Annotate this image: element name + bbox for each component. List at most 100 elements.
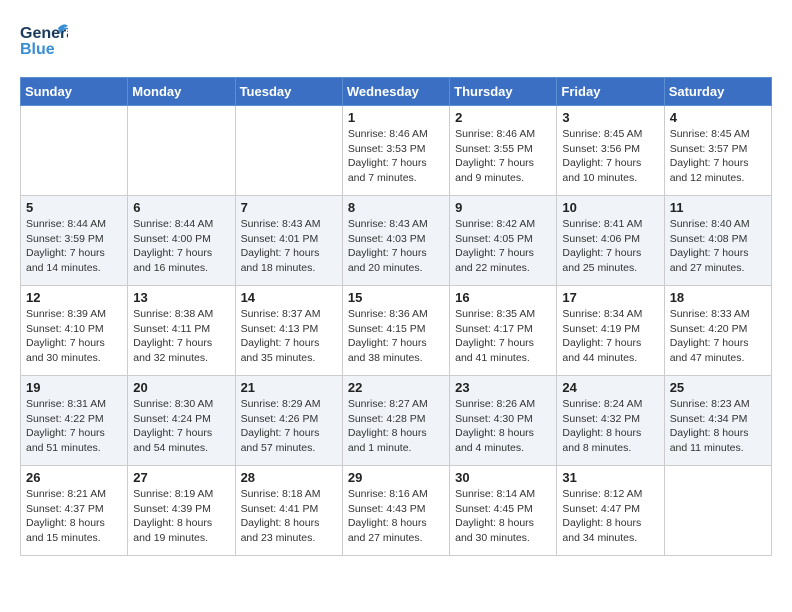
calendar-cell: 10 Sunrise: 8:41 AM Sunset: 4:06 PM Dayli… xyxy=(557,196,664,286)
calendar-cell: 15 Sunrise: 8:36 AM Sunset: 4:15 PM Dayli… xyxy=(342,286,449,376)
calendar-cell: 21 Sunrise: 8:29 AM Sunset: 4:26 PM Dayli… xyxy=(235,376,342,466)
calendar-cell: 14 Sunrise: 8:37 AM Sunset: 4:13 PM Dayli… xyxy=(235,286,342,376)
logo-icon: General Blue xyxy=(20,20,68,67)
day-info: Sunrise: 8:37 AM Sunset: 4:13 PM Dayligh… xyxy=(241,307,337,366)
calendar-cell: 7 Sunrise: 8:43 AM Sunset: 4:01 PM Daylig… xyxy=(235,196,342,286)
day-number: 22 xyxy=(348,380,444,395)
day-number: 16 xyxy=(455,290,551,305)
col-header-monday: Monday xyxy=(128,78,235,106)
day-number: 13 xyxy=(133,290,229,305)
day-number: 19 xyxy=(26,380,122,395)
calendar-cell xyxy=(128,106,235,196)
day-info: Sunrise: 8:19 AM Sunset: 4:39 PM Dayligh… xyxy=(133,487,229,546)
col-header-thursday: Thursday xyxy=(450,78,557,106)
day-number: 6 xyxy=(133,200,229,215)
day-info: Sunrise: 8:44 AM Sunset: 3:59 PM Dayligh… xyxy=(26,217,122,276)
calendar-cell: 29 Sunrise: 8:16 AM Sunset: 4:43 PM Dayli… xyxy=(342,466,449,556)
day-number: 21 xyxy=(241,380,337,395)
day-number: 23 xyxy=(455,380,551,395)
day-number: 4 xyxy=(670,110,766,125)
day-number: 5 xyxy=(26,200,122,215)
day-info: Sunrise: 8:43 AM Sunset: 4:01 PM Dayligh… xyxy=(241,217,337,276)
day-info: Sunrise: 8:40 AM Sunset: 4:08 PM Dayligh… xyxy=(670,217,766,276)
day-info: Sunrise: 8:23 AM Sunset: 4:34 PM Dayligh… xyxy=(670,397,766,456)
day-number: 1 xyxy=(348,110,444,125)
calendar-cell: 3Sunrise: 8:45 AM Sunset: 3:56 PM Daylig… xyxy=(557,106,664,196)
calendar-cell: 4 Sunrise: 8:45 AM Sunset: 3:57 PM Daylig… xyxy=(664,106,771,196)
svg-text:Blue: Blue xyxy=(20,41,55,58)
day-info: Sunrise: 8:18 AM Sunset: 4:41 PM Dayligh… xyxy=(241,487,337,546)
day-number: 27 xyxy=(133,470,229,485)
calendar-week-5: 26Sunrise: 8:21 AM Sunset: 4:37 PM Dayli… xyxy=(21,466,772,556)
day-number: 10 xyxy=(562,200,658,215)
day-info: Sunrise: 8:43 AM Sunset: 4:03 PM Dayligh… xyxy=(348,217,444,276)
day-info: Sunrise: 8:38 AM Sunset: 4:11 PM Dayligh… xyxy=(133,307,229,366)
day-info: Sunrise: 8:42 AM Sunset: 4:05 PM Dayligh… xyxy=(455,217,551,276)
day-info: Sunrise: 8:16 AM Sunset: 4:43 PM Dayligh… xyxy=(348,487,444,546)
day-info: Sunrise: 8:31 AM Sunset: 4:22 PM Dayligh… xyxy=(26,397,122,456)
calendar-cell: 2 Sunrise: 8:46 AM Sunset: 3:55 PM Daylig… xyxy=(450,106,557,196)
calendar-cell: 13 Sunrise: 8:38 AM Sunset: 4:11 PM Dayli… xyxy=(128,286,235,376)
day-info: Sunrise: 8:33 AM Sunset: 4:20 PM Dayligh… xyxy=(670,307,766,366)
day-number: 25 xyxy=(670,380,766,395)
day-info: Sunrise: 8:29 AM Sunset: 4:26 PM Dayligh… xyxy=(241,397,337,456)
calendar-cell: 24 Sunrise: 8:24 AM Sunset: 4:32 PM Dayli… xyxy=(557,376,664,466)
calendar-cell: 11Sunrise: 8:40 AM Sunset: 4:08 PM Dayli… xyxy=(664,196,771,286)
calendar-cell: 18 Sunrise: 8:33 AM Sunset: 4:20 PM Dayli… xyxy=(664,286,771,376)
day-info: Sunrise: 8:24 AM Sunset: 4:32 PM Dayligh… xyxy=(562,397,658,456)
day-info: Sunrise: 8:46 AM Sunset: 3:55 PM Dayligh… xyxy=(455,127,551,186)
calendar-cell: 19 Sunrise: 8:31 AM Sunset: 4:22 PM Dayli… xyxy=(21,376,128,466)
calendar-cell: 22 Sunrise: 8:27 AM Sunset: 4:28 PM Dayli… xyxy=(342,376,449,466)
calendar-cell: 8 Sunrise: 8:43 AM Sunset: 4:03 PM Daylig… xyxy=(342,196,449,286)
page-header: General Blue xyxy=(20,20,772,67)
day-number: 8 xyxy=(348,200,444,215)
logo: General Blue xyxy=(20,20,68,67)
calendar-week-2: 5 Sunrise: 8:44 AM Sunset: 3:59 PM Daylig… xyxy=(21,196,772,286)
calendar-cell: 5 Sunrise: 8:44 AM Sunset: 3:59 PM Daylig… xyxy=(21,196,128,286)
day-number: 18 xyxy=(670,290,766,305)
col-header-wednesday: Wednesday xyxy=(342,78,449,106)
day-number: 9 xyxy=(455,200,551,215)
day-number: 14 xyxy=(241,290,337,305)
day-info: Sunrise: 8:39 AM Sunset: 4:10 PM Dayligh… xyxy=(26,307,122,366)
day-info: Sunrise: 8:14 AM Sunset: 4:45 PM Dayligh… xyxy=(455,487,551,546)
day-number: 15 xyxy=(348,290,444,305)
day-info: Sunrise: 8:41 AM Sunset: 4:06 PM Dayligh… xyxy=(562,217,658,276)
col-header-friday: Friday xyxy=(557,78,664,106)
calendar-cell: 17Sunrise: 8:34 AM Sunset: 4:19 PM Dayli… xyxy=(557,286,664,376)
calendar-cell: 28 Sunrise: 8:18 AM Sunset: 4:41 PM Dayli… xyxy=(235,466,342,556)
col-header-saturday: Saturday xyxy=(664,78,771,106)
calendar-cell: 27 Sunrise: 8:19 AM Sunset: 4:39 PM Dayli… xyxy=(128,466,235,556)
day-number: 7 xyxy=(241,200,337,215)
day-number: 28 xyxy=(241,470,337,485)
day-number: 2 xyxy=(455,110,551,125)
day-info: Sunrise: 8:36 AM Sunset: 4:15 PM Dayligh… xyxy=(348,307,444,366)
calendar-week-1: 1 Sunrise: 8:46 AM Sunset: 3:53 PM Daylig… xyxy=(21,106,772,196)
day-number: 12 xyxy=(26,290,122,305)
col-header-sunday: Sunday xyxy=(21,78,128,106)
day-info: Sunrise: 8:34 AM Sunset: 4:19 PM Dayligh… xyxy=(562,307,658,366)
day-info: Sunrise: 8:27 AM Sunset: 4:28 PM Dayligh… xyxy=(348,397,444,456)
day-info: Sunrise: 8:46 AM Sunset: 3:53 PM Dayligh… xyxy=(348,127,444,186)
day-number: 26 xyxy=(26,470,122,485)
calendar-cell: 20Sunrise: 8:30 AM Sunset: 4:24 PM Dayli… xyxy=(128,376,235,466)
calendar-week-4: 19 Sunrise: 8:31 AM Sunset: 4:22 PM Dayli… xyxy=(21,376,772,466)
calendar-table: SundayMondayTuesdayWednesdayThursdayFrid… xyxy=(20,77,772,556)
calendar-cell: 12 Sunrise: 8:39 AM Sunset: 4:10 PM Dayli… xyxy=(21,286,128,376)
calendar-cell xyxy=(664,466,771,556)
day-info: Sunrise: 8:45 AM Sunset: 3:57 PM Dayligh… xyxy=(670,127,766,186)
calendar-cell xyxy=(235,106,342,196)
calendar-cell: 25 Sunrise: 8:23 AM Sunset: 4:34 PM Dayli… xyxy=(664,376,771,466)
day-number: 3 xyxy=(562,110,658,125)
calendar-cell: 31Sunrise: 8:12 AM Sunset: 4:47 PM Dayli… xyxy=(557,466,664,556)
day-number: 30 xyxy=(455,470,551,485)
day-info: Sunrise: 8:12 AM Sunset: 4:47 PM Dayligh… xyxy=(562,487,658,546)
day-number: 24 xyxy=(562,380,658,395)
calendar-cell xyxy=(21,106,128,196)
calendar-cell: 23Sunrise: 8:26 AM Sunset: 4:30 PM Dayli… xyxy=(450,376,557,466)
day-info: Sunrise: 8:35 AM Sunset: 4:17 PM Dayligh… xyxy=(455,307,551,366)
calendar-cell: 9 Sunrise: 8:42 AM Sunset: 4:05 PM Daylig… xyxy=(450,196,557,286)
day-number: 29 xyxy=(348,470,444,485)
col-header-tuesday: Tuesday xyxy=(235,78,342,106)
day-number: 20 xyxy=(133,380,229,395)
